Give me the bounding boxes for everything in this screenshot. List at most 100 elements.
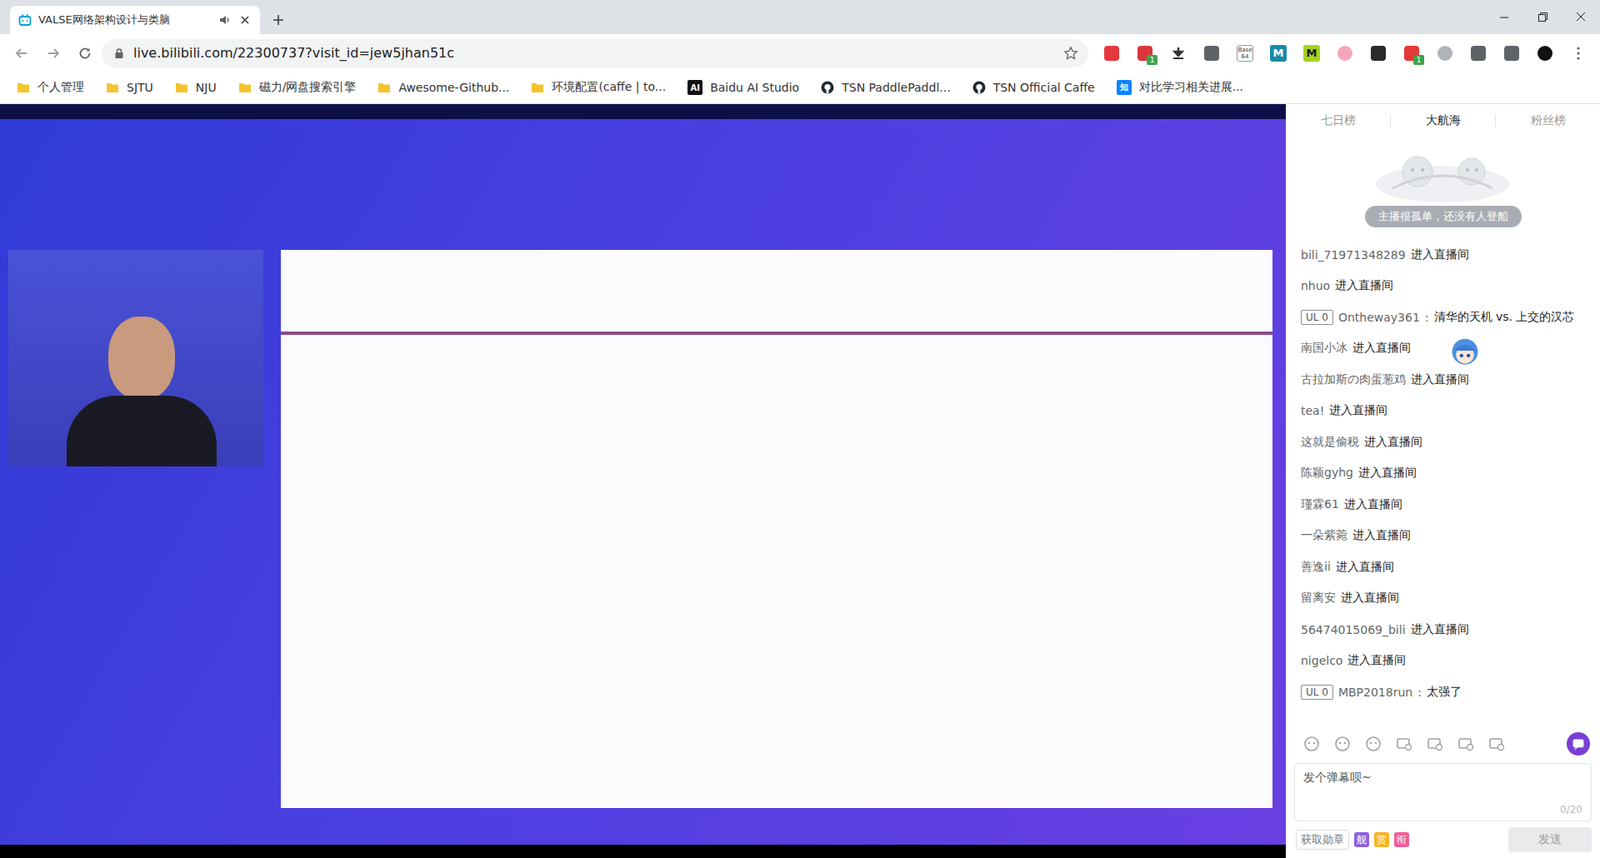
user-name[interactable]: 56474015069_bili [1300,623,1406,637]
user-name[interactable]: 南国小冰 [1300,340,1348,356]
chat-message: 陈颖gyhg 进入直播间 [1300,458,1589,490]
folder-icon [16,80,30,95]
rank-tabs: 七日榜 大航海 粉丝榜 [1285,104,1600,138]
bookmark[interactable]: 磁力/网盘搜索引擎 [238,80,357,95]
level-badge: UL 0 [1300,685,1334,700]
bookmark[interactable]: TSN PaddlePaddl... [820,80,950,95]
chat-tool-icon[interactable] [1364,735,1383,754]
extension-button[interactable] [1428,40,1462,67]
bookmark[interactable]: 环境配置(caffe | to... [530,80,666,95]
medal-button[interactable]: 获取勋章 [1295,830,1350,850]
rank-tab[interactable]: 七日榜 [1285,113,1390,129]
user-name[interactable]: 留离安 [1300,590,1336,606]
rank-tab[interactable]: 大航海 [1390,113,1495,129]
level-badge: UL 0 [1300,310,1334,325]
chat-tool-icon[interactable] [1333,735,1352,754]
bookmark[interactable]: SJTU [105,80,154,95]
chat-message: nigelco 进入直播间 [1300,645,1589,678]
bookmark[interactable]: TSN Official Caffe [972,80,1095,95]
browser-tab[interactable]: VALSE网络架构设计与类脑 [10,5,260,35]
user-name[interactable]: 陈颖gyhg [1300,465,1354,481]
bilibili-icon [18,13,32,27]
chat-message: tea! 进入直播间 [1300,395,1589,428]
chat-list: bili_71971348289 进入直播间nhuo 进入直播间 UL 0 Ont… [1285,235,1600,725]
empty-rank-banner: 主播很孤单，还没有人登船 [1285,137,1600,236]
privilege-badge[interactable]: 舰 [1354,832,1370,848]
chat-tool-icon[interactable] [1456,735,1475,754]
user-name[interactable]: 古拉加斯の肉蛋葱鸡 [1300,372,1406,388]
extension-button[interactable] [1461,40,1495,67]
bookmarks-bar: 个人管理 SJTU NJU 磁力/网盘搜索引擎 Awesome-Github..… [0,71,1600,105]
extension-button[interactable]: Base 64 [1228,40,1262,67]
browser-window: VALSE网络架构设计与类脑 live.bilibili.com/2230073… [0,0,1600,858]
user-name[interactable]: bili_71971348289 [1300,248,1406,262]
extension-button[interactable] [1495,40,1529,67]
extension-button[interactable] [1195,40,1229,67]
chat-message: 古拉加斯の肉蛋葱鸡 进入直播间 [1300,364,1589,396]
menu-icon[interactable] [1561,40,1595,67]
address-field[interactable]: live.bilibili.com/22300737?visit_id=jew5… [101,39,1089,68]
folder-icon [105,80,120,95]
chat-tool-icon[interactable] [1302,735,1321,754]
back-icon[interactable] [6,38,37,69]
reload-icon[interactable] [70,38,100,69]
speaker-icon[interactable] [218,13,232,27]
user-name[interactable]: 一朵紫菀 [1300,528,1348,544]
bookmark[interactable]: NJU [175,80,217,95]
folder-icon [175,80,189,95]
extension-button[interactable] [1095,40,1129,67]
user-name[interactable]: 瑾霖61 [1300,497,1340,513]
privilege-badge[interactable]: 衔 [1394,832,1410,848]
bookmark[interactable]: 知 对比学习相关进展... [1116,80,1244,95]
chat-mode-icon[interactable] [1566,732,1590,756]
bookmark[interactable]: 个人管理 [16,80,85,95]
github-icon [820,80,835,95]
extension-button[interactable]: M [1295,40,1329,67]
chat-tool-icon[interactable] [1487,735,1506,754]
extension-button[interactable]: 1 [1395,40,1429,67]
chat-message: 56474015069_bili 进入直播间 [1300,614,1589,646]
restore-icon[interactable] [1523,0,1562,35]
close-tab-icon[interactable] [238,13,252,27]
user-name[interactable]: 这就是偷税 [1300,435,1360,450]
chat-tool-icon[interactable] [1395,735,1414,754]
user-name[interactable]: tea! [1300,404,1325,418]
minimize-icon[interactable] [1485,0,1524,35]
chat-message: 这就是偷税 进入直播间 [1300,426,1589,459]
speaker-camera [8,250,264,467]
chat-tool-icon[interactable] [1425,735,1445,754]
danmaku-input[interactable]: 发个弹幕呗~ 0/20 [1294,763,1592,822]
rank-tab[interactable]: 粉丝榜 [1495,113,1600,129]
kanban-avatar-icon[interactable] [1449,335,1481,367]
extension-button[interactable] [1328,40,1362,67]
chat-message: nhuo 进入直播间 [1300,270,1589,303]
forward-icon[interactable] [38,38,69,69]
chat-message: bili_71971348289 进入直播间 [1300,239,1589,271]
bookmark[interactable]: AI Baidu AI Studio [687,80,800,95]
bookmark[interactable]: Awesome-Github... [377,80,510,95]
privilege-badge[interactable]: 赏 [1374,832,1390,848]
tab-bar: VALSE网络架构设计与类脑 [0,0,1600,35]
chat-message: 南国小冰 进入直播间 [1300,333,1589,365]
user-name[interactable]: Ontheway361 [1338,310,1420,325]
chat-message: 善逸ii 进入直播间 [1300,551,1589,584]
chat-message: 一朵紫菀 进入直播间 [1300,520,1589,553]
bookmark-star-icon[interactable] [1063,45,1079,61]
slide-frame [280,250,1273,809]
user-name[interactable]: nhuo [1300,279,1330,293]
user-name[interactable]: nigelco [1300,654,1343,668]
extension-button[interactable]: M [1261,40,1295,67]
github-icon [972,80,986,95]
extension-button[interactable]: 1 [1128,40,1162,67]
extension-button[interactable] [1528,40,1562,67]
composer-footer: 获取勋章 舰赏衔 发送 [1285,821,1600,858]
user-name[interactable]: 善逸ii [1300,560,1331,575]
new-tab-icon[interactable] [271,13,285,27]
live-video[interactable] [0,104,1286,858]
lock-icon[interactable] [113,47,125,60]
extension-button[interactable] [1161,40,1195,67]
extension-button[interactable] [1361,40,1395,67]
send-button[interactable]: 发送 [1508,827,1592,853]
close-window-icon[interactable] [1561,0,1600,35]
user-name[interactable]: MBP2018run [1338,685,1413,700]
